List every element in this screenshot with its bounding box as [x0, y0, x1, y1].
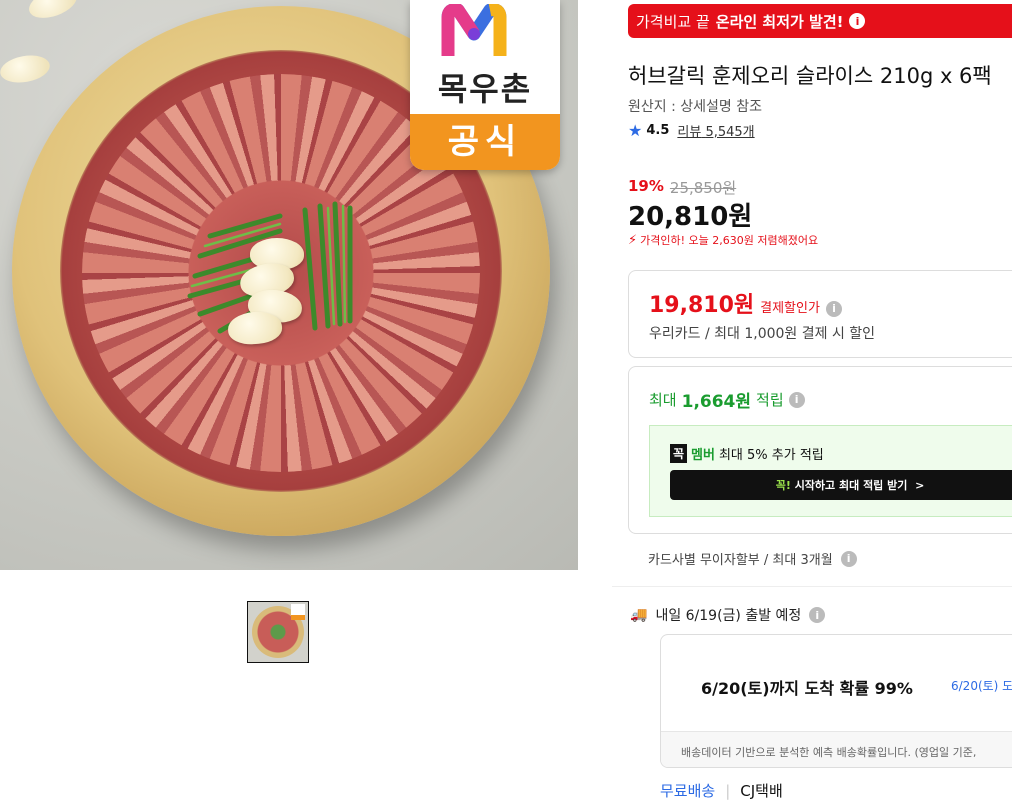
lowest-price-banner[interactable]: 가격비교 끝 온라인 최저가 발견! i: [628, 4, 1012, 38]
installment-text: 카드사별 무이자할부 / 최대 3개월: [648, 553, 833, 568]
card-discount-note: 우리카드 / 최대 1,000원 결제 시 할인: [649, 326, 876, 342]
reward-prefix: 최대: [649, 391, 677, 409]
discount-rate: 19%: [628, 177, 664, 195]
thumbnail-badge: [291, 604, 305, 620]
card-discount-box: 19,810원 결제할인가 i 우리카드 / 최대 1,000원 결제 시 할인: [628, 270, 1012, 358]
rating-summary: ★ 4.5 리뷰 5,545개: [628, 121, 755, 140]
reward-suffix: 적립: [756, 391, 784, 409]
membership-button-prefix: 꼭!: [775, 479, 791, 492]
card-discount-price: 19,810원 결제할인가 i: [649, 287, 842, 319]
rewards-box: 최대 1,664원 적립 i 꼭 멤버 최대 5% 추가 적립 꼭! 시작하고 최…: [628, 366, 1012, 534]
info-icon[interactable]: i: [849, 13, 866, 29]
shipping-method-row: 무료배송 | CJ택배: [660, 780, 783, 801]
badge-official-label: 공식: [410, 114, 560, 170]
arrival-probability: 6/20(토)까지 도착 확률 99%: [701, 679, 913, 698]
membership-promo: 꼭 멤버 최대 5% 추가 적립 꼭! 시작하고 최대 적립 받기 >: [649, 425, 1012, 517]
product-main-image: 목우촌 공식: [0, 0, 578, 570]
membership-button-label: 시작하고 최대 적립 받기: [794, 479, 908, 492]
arrival-side-label: 6/20(토) 도: [951, 679, 1012, 693]
product-origin: 원산지 : 상세설명 참조: [628, 99, 762, 115]
chevron-right-icon: >: [915, 478, 925, 492]
banner-text: 가격비교 끝: [636, 12, 710, 31]
discount-row: 19% 25,850원: [628, 177, 736, 198]
price-drop-text: 가격인하! 오늘 2,630원 저렴해졌어요: [640, 234, 819, 247]
product-title: 허브갈릭 훈제오리 슬라이스 210g x 6팩: [628, 64, 992, 88]
bolt-icon: ⚡: [628, 232, 638, 248]
reward-amount: 1,664원: [681, 392, 752, 412]
truck-icon: 🚚: [630, 607, 648, 623]
departure-text: 내일 6/19(금) 출발 예정: [655, 608, 802, 624]
info-icon[interactable]: i: [788, 391, 805, 408]
arrival-prediction-box: 6/20(토)까지 도착 확률 99% 6/20(토) 도 배송데이터 기반으로…: [660, 634, 1012, 768]
separator: |: [725, 781, 731, 800]
shipping-departure: 🚚 내일 6/19(금) 출발 예정 i: [630, 605, 826, 625]
garlic-decoration: [25, 0, 81, 24]
price-drop-note: ⚡ 가격인하! 오늘 2,630원 저렴해졌어요: [628, 232, 818, 248]
original-price: 25,850원: [669, 179, 737, 197]
membership-text: 최대 5% 추가 적립: [718, 448, 824, 463]
installment-info: 카드사별 무이자할부 / 최대 3개월 i: [648, 549, 857, 568]
membership-tag: 꼭: [670, 444, 688, 463]
membership-line: 꼭 멤버 최대 5% 추가 적립: [670, 444, 824, 463]
section-divider: [612, 586, 1012, 587]
membership-join-button[interactable]: 꼭! 시작하고 최대 적립 받기 >: [670, 470, 1012, 500]
thumbnail-image[interactable]: [247, 601, 309, 663]
info-icon[interactable]: i: [840, 550, 857, 567]
official-brand-badge: 목우촌 공식: [410, 0, 560, 170]
membership-tag-green: 멤버: [691, 448, 715, 463]
star-icon: ★: [628, 121, 643, 140]
garlic-decoration: [0, 51, 52, 87]
card-discount-amount: 19,810원: [649, 293, 755, 318]
rating-value: 4.5: [646, 123, 670, 138]
carrier-name: CJ택배: [740, 782, 783, 800]
free-shipping-link[interactable]: 무료배송: [660, 780, 715, 801]
info-icon[interactable]: i: [825, 300, 842, 317]
info-icon[interactable]: i: [809, 607, 826, 623]
badge-brand-name: 목우촌: [437, 70, 533, 108]
brand-logo-icon: [441, 4, 507, 56]
review-label: 리뷰: [677, 125, 702, 140]
arrival-footnote: 배송데이터 기반으로 분석한 예측 배송확률입니다. (영업일 기준,: [661, 731, 1012, 767]
review-count: 5,545개: [705, 125, 755, 140]
card-discount-label: 결제할인가: [760, 301, 820, 316]
review-link[interactable]: 리뷰 5,545개: [677, 121, 754, 140]
sale-price: 20,810원: [628, 202, 753, 232]
banner-text-bold: 온라인 최저가 발견!: [715, 12, 844, 31]
reward-summary: 최대 1,664원 적립 i: [649, 387, 805, 412]
